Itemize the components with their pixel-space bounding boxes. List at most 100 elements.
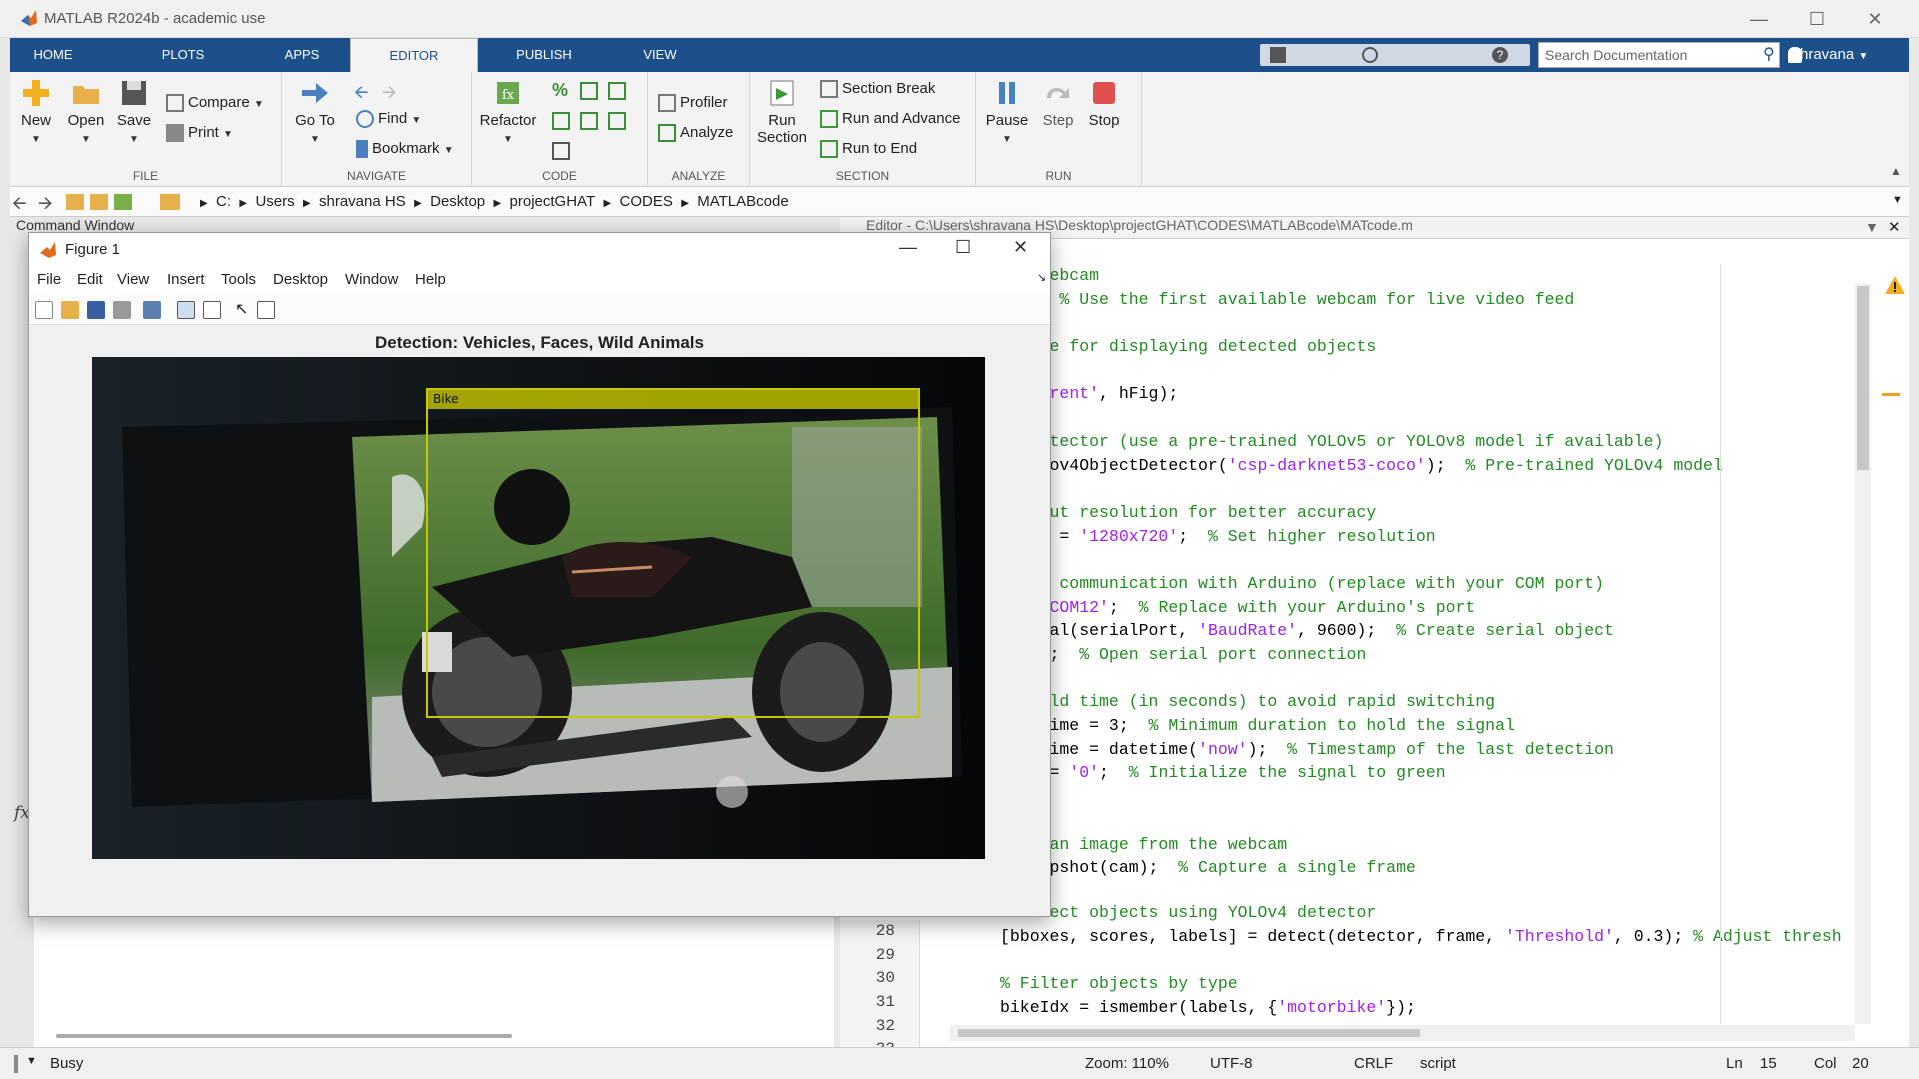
figure-minimize-button[interactable]: — — [899, 237, 917, 258]
uncomment-icon[interactable] — [580, 82, 598, 100]
maximize-button[interactable]: ☐ — [1788, 0, 1846, 38]
goto-button[interactable]: Go To ▼ — [290, 72, 340, 146]
code-line[interactable]: figure for displaying detected objects — [1000, 335, 1860, 359]
compare-button[interactable]: Compare ▼ — [166, 94, 264, 113]
print-button[interactable]: Print ▼ — [166, 124, 233, 143]
crumb-users[interactable]: Users — [255, 193, 294, 210]
editor-hscroll-thumb[interactable] — [958, 1029, 1420, 1037]
search-documentation-input[interactable]: Search Documentation — [1538, 42, 1780, 68]
new-figure-icon[interactable] — [35, 301, 53, 319]
section-break-button[interactable]: Section Break — [820, 80, 935, 99]
crumb-user[interactable]: shravana HS — [319, 193, 406, 210]
open-file-icon[interactable] — [61, 301, 79, 319]
save-figure-icon[interactable] — [87, 301, 105, 319]
chevron-down-icon[interactable]: ▼ — [1892, 194, 1903, 206]
run-section-button[interactable]: Run Section — [754, 72, 810, 146]
browse-folder-icon[interactable] — [90, 194, 108, 210]
colorbar-icon[interactable] — [177, 301, 195, 319]
forward-arrow-icon[interactable]: 🡪 — [382, 80, 397, 110]
tab-view[interactable]: VIEW — [630, 38, 690, 72]
back-arrow-icon[interactable]: 🡨 — [354, 80, 369, 110]
pause-button[interactable]: Pause ▼ — [984, 72, 1030, 146]
code-line[interactable]: [bboxes, scores, labels] = detect(detect… — [1000, 925, 1860, 949]
crumb-project[interactable]: projectGHAT — [510, 193, 596, 210]
close-editor-icon[interactable]: ✕ — [1888, 218, 1901, 236]
code-line[interactable]: cam; % Use the first available webcam fo… — [1000, 288, 1860, 312]
indent-icon[interactable] — [580, 112, 598, 130]
figure-close-button[interactable]: ✕ — [1013, 237, 1028, 258]
pointer-icon[interactable]: ↖ — [235, 301, 253, 319]
user-account-menu[interactable]: Shravana ▼ — [1790, 46, 1868, 63]
code-line[interactable]: erial communication with Arduino (replac… — [1000, 572, 1860, 596]
menu-window[interactable]: Window — [345, 271, 398, 288]
figure-maximize-button[interactable]: ☐ — [955, 237, 971, 258]
editor-scroll-thumb[interactable] — [1857, 286, 1869, 470]
crumb-desktop[interactable]: Desktop — [430, 193, 485, 210]
comment-percent-icon[interactable]: % — [552, 80, 568, 101]
menu-file[interactable]: File — [37, 271, 61, 288]
step-button[interactable]: Step — [1036, 72, 1080, 129]
code-line[interactable]: gnal = '0'; % Initialize the signal to g… — [1000, 761, 1860, 785]
code-line[interactable]: on hold time (in seconds) to avoid rapid… — [1000, 690, 1860, 714]
code-line[interactable] — [1000, 667, 1860, 691]
tab-publish[interactable]: PUBLISH — [504, 38, 584, 72]
code-text-top[interactable]: ize webcamcam; % Use the first available… — [1000, 264, 1860, 880]
run-and-advance-button[interactable]: Run and Advance — [820, 110, 960, 129]
format-icon[interactable] — [552, 142, 570, 160]
code-line[interactable]: s('Parent', hFig); — [1000, 382, 1860, 406]
code-line[interactable] — [1000, 548, 1860, 572]
property-inspector-icon[interactable] — [257, 301, 275, 319]
code-line[interactable] — [1000, 311, 1860, 335]
run-to-end-button[interactable]: Run to End — [820, 140, 917, 159]
menu-view[interactable]: View — [117, 271, 149, 288]
wrap-comments-icon[interactable] — [608, 82, 626, 100]
code-line[interactable] — [1000, 785, 1860, 809]
code-line[interactable]: uino); % Open serial port connection — [1000, 643, 1860, 667]
save-icon[interactable] — [1270, 47, 1286, 63]
menu-help[interactable]: Help — [415, 271, 446, 288]
tab-plots[interactable]: PLOTS — [150, 38, 216, 72]
analyze-button[interactable]: Analyze — [658, 124, 733, 143]
stop-button[interactable]: Stop — [1082, 72, 1126, 129]
code-line[interactable] — [1000, 948, 1860, 972]
code-line[interactable] — [1000, 477, 1860, 501]
bookmark-button[interactable]: Bookmark ▼ — [356, 140, 454, 159]
close-button[interactable]: ✕ — [1846, 0, 1904, 38]
code-line[interactable]: e — [1000, 809, 1860, 833]
collapse-ribbon-icon[interactable]: ▲ — [1890, 164, 1902, 178]
search-icon[interactable]: ⚲ — [1763, 44, 1775, 64]
new-button[interactable]: New ▼ — [16, 72, 56, 146]
warning-icon[interactable] — [1884, 274, 1906, 296]
panel-options-icon[interactable]: ▼ — [1865, 219, 1879, 235]
help-icon[interactable]: ? — [1492, 47, 1508, 63]
menu-tools[interactable]: Tools — [221, 271, 256, 288]
link-plot-icon[interactable] — [143, 301, 161, 319]
code-line[interactable]: tionTime = datetime('now'); % Timestamp … — [1000, 738, 1860, 762]
smart-indent-icon[interactable] — [608, 112, 626, 130]
undo-icon[interactable] — [1362, 47, 1378, 63]
warning-marker[interactable] — [1882, 393, 1900, 396]
command-window-scrollbar[interactable] — [56, 1034, 512, 1038]
tab-apps[interactable]: APPS — [272, 38, 332, 72]
code-line[interactable]: = yolov4ObjectDetector('csp-darknet53-co… — [1000, 454, 1860, 478]
code-line[interactable]: HoldTime = 3; % Minimum duration to hold… — [1000, 714, 1860, 738]
code-line[interactable]: ture an image from the webcam — [1000, 833, 1860, 857]
code-line[interactable]: % Filter objects by type — [1000, 972, 1860, 996]
refactor-button[interactable]: fx Refactor ▼ — [476, 72, 540, 146]
crumb-codes[interactable]: CODES — [620, 193, 673, 210]
insert-function-icon[interactable] — [552, 112, 570, 130]
tab-editor[interactable]: EDITOR — [350, 38, 478, 72]
code-line[interactable]: ution = '1280x720'; % Set higher resolut… — [1000, 525, 1860, 549]
code-line[interactable]: = snapshot(cam); % Capture a single fram… — [1000, 856, 1860, 880]
code-line[interactable]: ize webcam — [1000, 264, 1860, 288]
tab-home[interactable]: HOME — [20, 38, 86, 72]
code-line[interactable]: e input resolution for better accuracy — [1000, 501, 1860, 525]
code-line[interactable]: LO detector (use a pre-trained YOLOv5 or… — [1000, 430, 1860, 454]
code-line[interactable]: t = 'COM12'; % Replace with your Arduino… — [1000, 596, 1860, 620]
crumb-matlabcode[interactable]: MATLABcode — [697, 193, 788, 210]
refresh-folder-icon[interactable] — [114, 194, 132, 210]
menu-edit[interactable]: Edit — [77, 271, 103, 288]
print-figure-icon[interactable] — [113, 301, 131, 319]
code-line[interactable]: bikeIdx = ismember(labels, {'motorbike'}… — [1000, 996, 1860, 1020]
code-line[interactable]: % Detect objects using YOLOv4 detector — [1000, 901, 1860, 925]
